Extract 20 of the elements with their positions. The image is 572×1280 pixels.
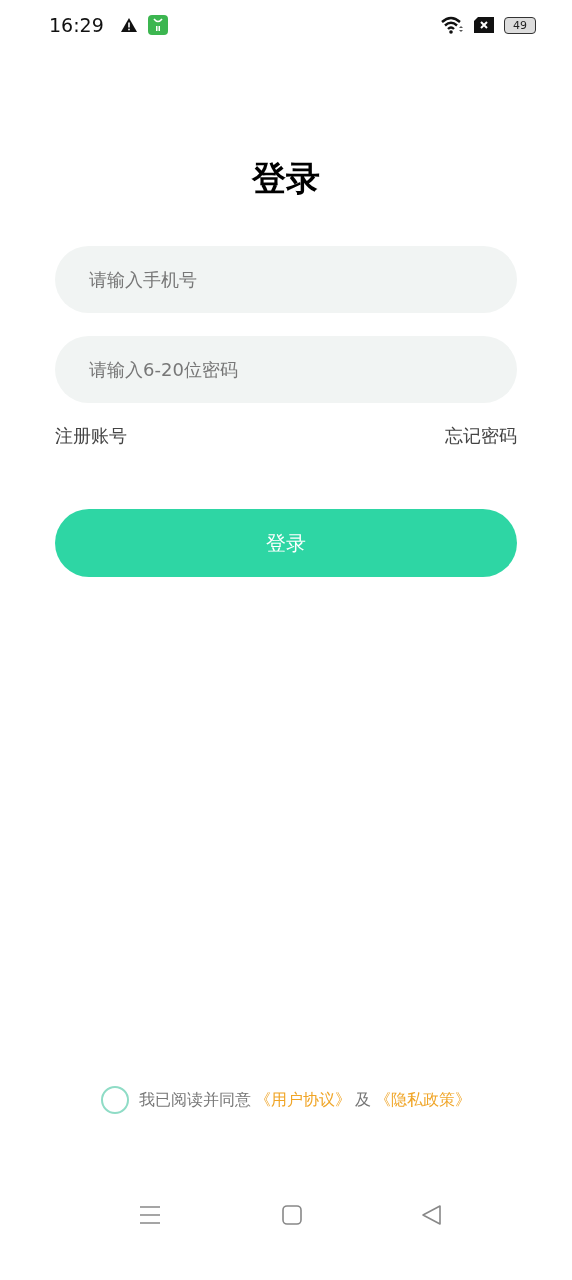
menu-icon[interactable] xyxy=(139,1205,161,1225)
agreement-checkbox[interactable] xyxy=(101,1086,129,1114)
app-notification-icon xyxy=(147,15,168,35)
agreement-text: 我已阅读并同意 xyxy=(139,1089,251,1111)
home-icon[interactable] xyxy=(281,1205,302,1225)
wifi-icon xyxy=(440,16,464,34)
forgot-password-link[interactable]: 忘记密码 xyxy=(445,424,517,448)
no-sim-icon xyxy=(474,17,494,33)
conjunction-text: 及 xyxy=(355,1089,371,1111)
warning-icon xyxy=(119,17,138,33)
login-button[interactable]: 登录 xyxy=(55,509,517,577)
privacy-policy-link[interactable]: 《隐私政策》 xyxy=(375,1089,471,1111)
register-link[interactable]: 注册账号 xyxy=(55,424,127,448)
status-time: 16:29 xyxy=(49,14,104,36)
input-field[interactable]: 请输入手机号 xyxy=(55,246,517,313)
input-field[interactable]: 请输入6-20位密码 xyxy=(55,336,517,403)
page-title: 登录 xyxy=(250,157,321,200)
battery-icon: 49 xyxy=(504,16,536,34)
user-agreement-link[interactable]: 《用户协议》 xyxy=(255,1089,351,1111)
back-icon[interactable] xyxy=(422,1205,442,1225)
